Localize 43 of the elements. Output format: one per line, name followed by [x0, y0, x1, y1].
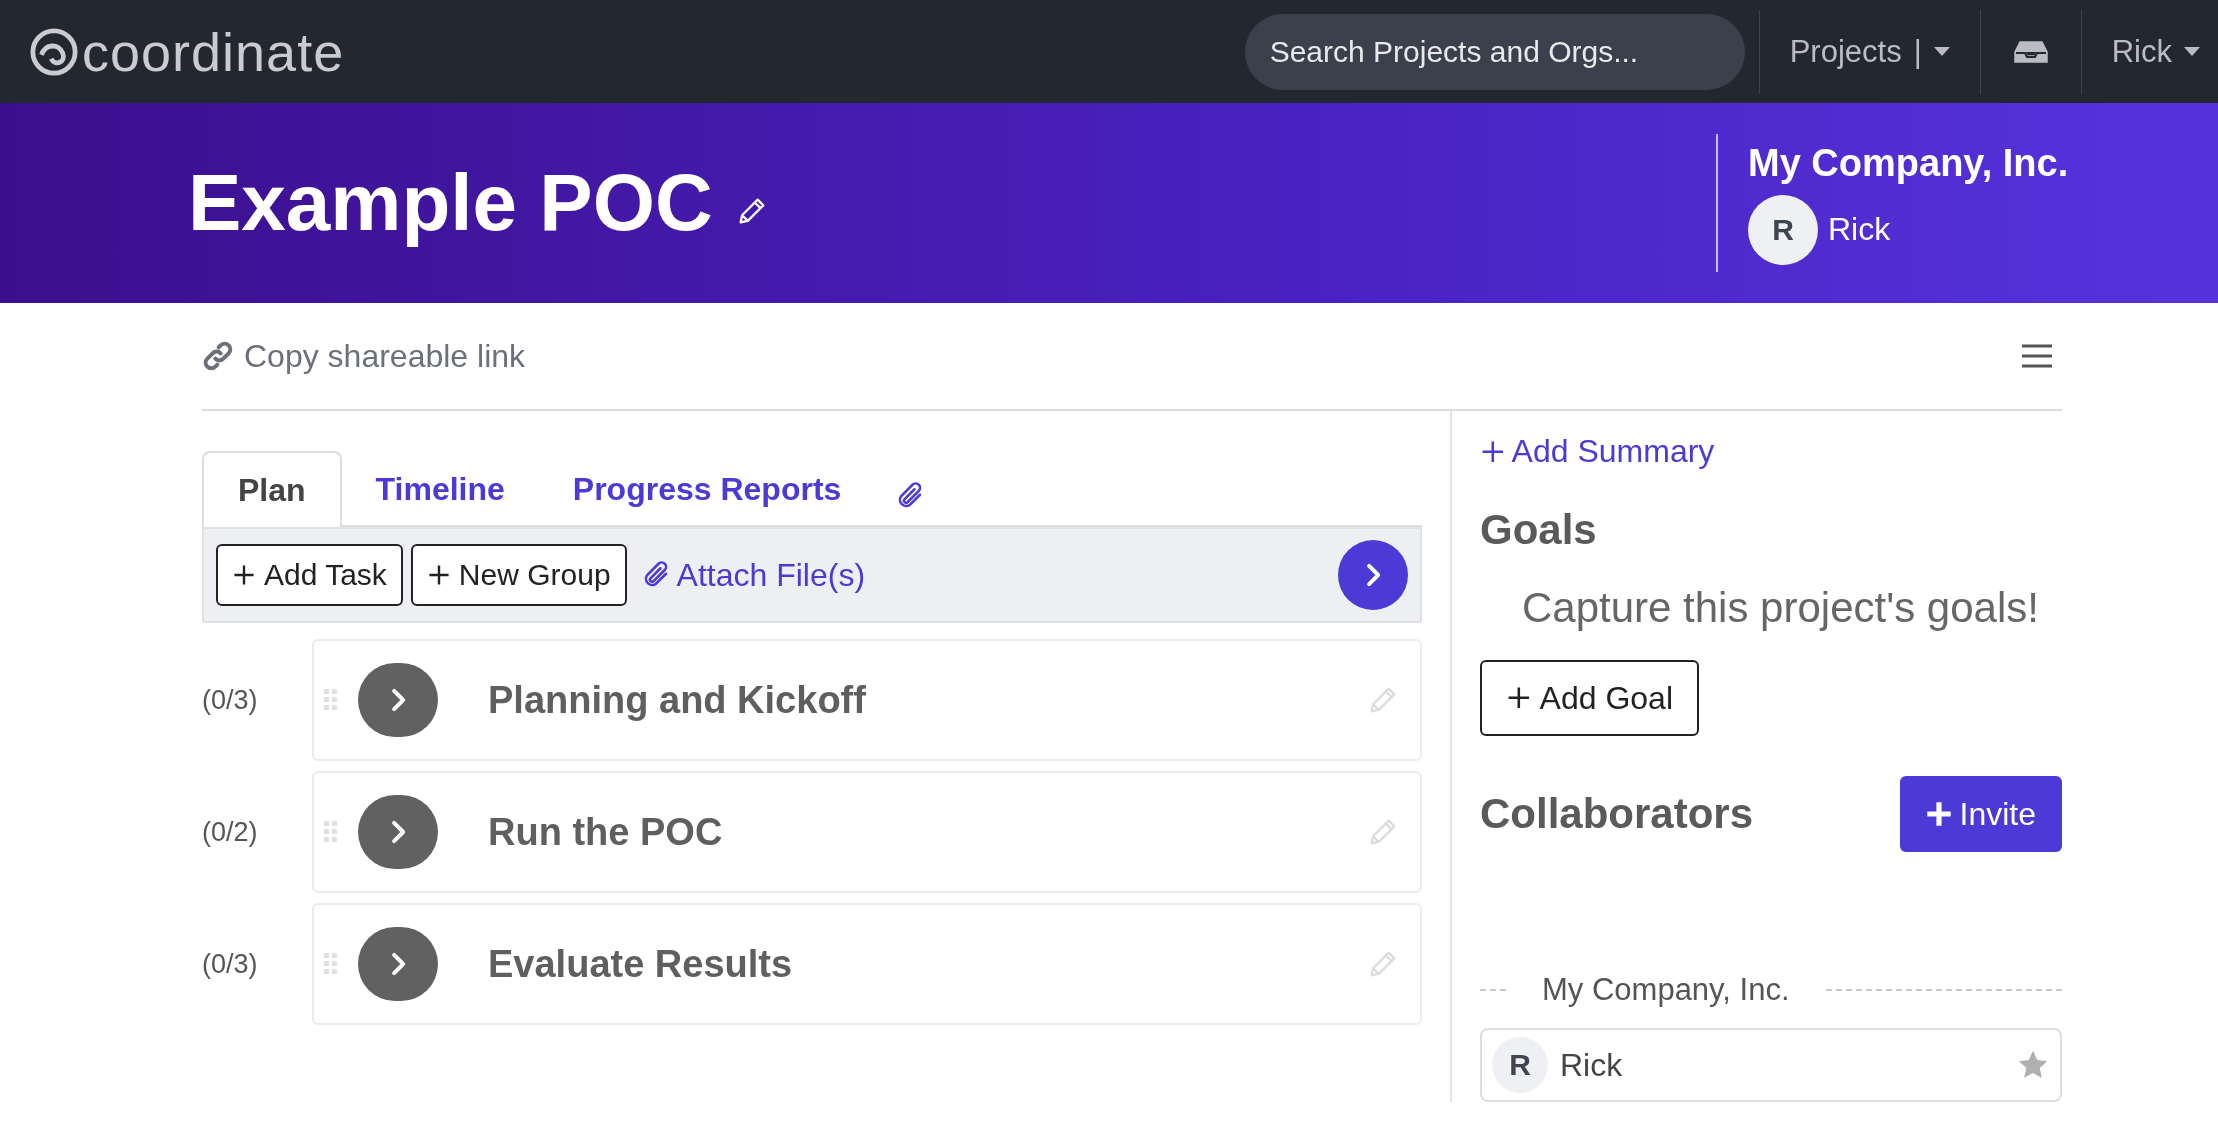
drag-handle-icon[interactable]: [324, 689, 338, 711]
group-title[interactable]: Run the POC: [488, 810, 1366, 854]
toolbar-button[interactable]: New Group: [410, 544, 627, 606]
add-summary-link[interactable]: Add Summary: [1480, 433, 1715, 470]
project-title: Example POC: [188, 157, 713, 249]
collaborator-name: Rick: [1560, 1046, 1624, 1084]
toolbar-button[interactable]: Add Task: [216, 544, 403, 606]
task-count: (0/3): [202, 684, 259, 716]
task-count: (0/2): [202, 816, 259, 848]
logo-swirl-icon: [30, 27, 78, 76]
org-name[interactable]: My Company, Inc.: [1748, 141, 2118, 185]
plus-icon: [232, 563, 256, 587]
projects-menu[interactable]: Projects |: [1779, 33, 1960, 70]
tab[interactable]: Timeline: [341, 453, 539, 525]
plus-icon: [1506, 685, 1532, 711]
inbox-icon[interactable]: [2012, 39, 2049, 64]
add-goal-button[interactable]: Add Goal: [1480, 660, 1699, 736]
goals-empty-text: Capture this project's goals!: [1522, 584, 2040, 632]
tab[interactable]: Plan: [202, 451, 342, 527]
menu-icon[interactable]: [2022, 344, 2052, 368]
copy-link[interactable]: Copy shareable link: [202, 337, 526, 375]
task-count: (0/3): [202, 948, 259, 980]
user-menu[interactable]: Rick: [2101, 33, 2210, 70]
group-title[interactable]: Evaluate Results: [488, 942, 1366, 986]
org-divider-label: My Company, Inc.: [1541, 972, 1791, 1008]
drag-handle-icon[interactable]: [324, 953, 338, 975]
goals-heading: Goals: [1480, 506, 1598, 554]
avatar: R: [1748, 194, 1818, 265]
tab[interactable]: Progress Reports: [538, 453, 876, 525]
caret-icon: [2184, 46, 2200, 57]
search-field[interactable]: Search Projects and Orgs...: [1244, 13, 1745, 90]
collaborators-heading: Collaborators: [1480, 790, 1754, 838]
owner-name: Rick: [1828, 211, 1891, 248]
caret-icon: [1933, 46, 1950, 57]
attach-files-link[interactable]: Attach File(s): [634, 555, 872, 595]
plus-icon: [426, 563, 451, 587]
logo-text[interactable]: coordinate: [82, 20, 345, 83]
plus-icon: [1925, 801, 1952, 827]
drag-handle-icon[interactable]: [324, 821, 338, 843]
invite-button[interactable]: Invite: [1899, 776, 2062, 852]
avatar: R: [1492, 1037, 1548, 1093]
group-title[interactable]: Planning and Kickoff: [488, 678, 1366, 722]
link-icon: [202, 340, 234, 372]
